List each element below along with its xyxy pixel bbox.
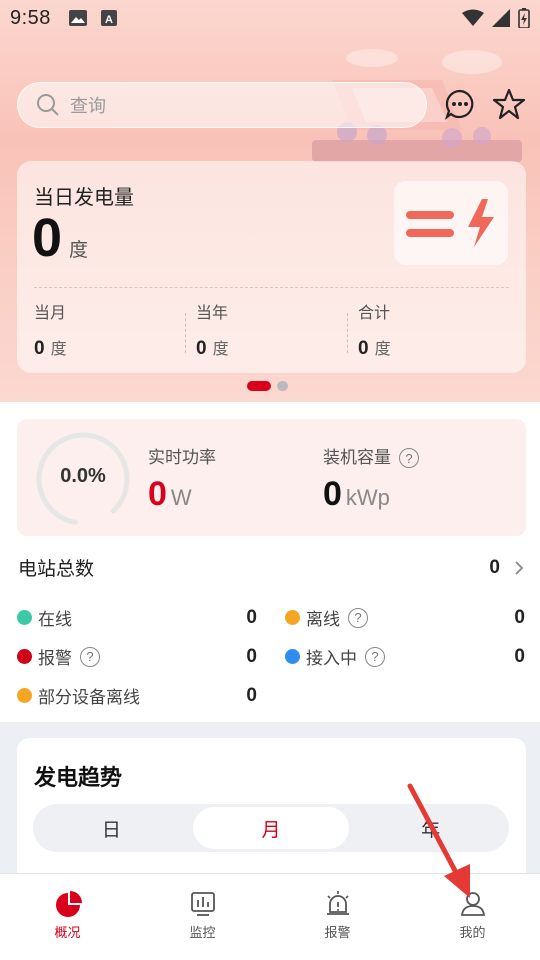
status-label: 离线 [306,610,340,630]
status-value: 0 [514,606,525,628]
station-status-alarm[interactable]: 报警? 0 [17,644,257,669]
pointer-arrow-icon [407,783,470,898]
favorite-button[interactable] [492,87,526,121]
capacity-value: 0 kWp [323,475,390,514]
star-icon [492,88,526,120]
help-icon[interactable]: ? [348,607,368,628]
station-status-offline[interactable]: 离线? 0 [285,605,525,630]
tab-label: 监控 [189,926,216,941]
power-ratio-value: 0.0% [60,465,106,487]
status-dot-alarm [17,649,32,664]
station-total-row[interactable]: 电站总数 0 [18,554,524,581]
tab-label: 概况 [54,926,81,941]
month-generation: 当月 0度 [34,299,67,360]
tab-label: 报警 [324,926,351,941]
image-icon [68,10,87,26]
stat-separator [185,313,186,353]
daily-generation-value: 0 [32,208,63,268]
tab-label: 我的 [459,926,486,941]
status-dot-partial-offline [17,688,32,703]
realtime-power-unit: W [170,485,192,510]
search-placeholder: 查询 [70,96,106,117]
status-value: 0 [246,684,257,706]
status-value: 0 [246,645,257,667]
station-status-connecting[interactable]: 接入中? 0 [285,644,525,669]
message-button[interactable] [443,87,477,121]
status-label: 接入中 [306,649,357,669]
power-charge-icon [406,199,494,247]
year-label: 当年 [196,303,229,322]
battery-icon [518,8,530,28]
realtime-power-label: 实时功率 [148,448,216,468]
generation-divider [34,287,509,288]
status-label: 报警 [38,649,72,669]
capacity-unit: kWp [345,485,390,510]
realtime-power-number: 0 [148,475,167,513]
signal-icon [492,9,510,27]
capacity-label: 装机容量 [323,448,391,468]
station-status-online[interactable]: 在线 0 [17,605,257,630]
help-icon[interactable]: ? [80,646,100,667]
period-tab-month[interactable]: 月 [192,807,350,849]
generation-icon-box [394,181,508,265]
year-value: 0 [196,338,207,359]
year-unit: 度 [212,339,229,358]
month-unit: 度 [50,339,67,358]
overview-section: 0.0% 实时功率 0W 装机容量? 0 kWp 电站总数 0 在线 0 离线? … [0,402,540,722]
total-value: 0 [358,338,369,359]
power-card: 0.0% 实时功率 0W 装机容量? 0 kWp [17,419,526,536]
svg-text:A: A [105,14,113,26]
status-label: 在线 [38,610,72,630]
carousel-indicator[interactable] [247,381,288,391]
carousel-dot-active[interactable] [247,381,271,391]
station-total-label: 电站总数 [18,558,95,580]
status-dot-connecting [285,649,300,664]
search-icon [37,94,59,116]
font-icon: A [100,10,117,26]
station-status-partial-offline[interactable]: 部分设备离线 0 [17,683,257,708]
status-time: 9:58 [10,6,51,29]
tab-monitor[interactable]: 监控 [135,874,270,960]
status-dot-offline [285,610,300,625]
capacity-number: 0 [323,475,342,513]
status-bar: 9:58 A [0,0,540,36]
year-generation: 当年 0度 [196,299,229,360]
alarm-icon [326,891,349,915]
overview-pie-icon [55,891,82,917]
total-generation: 合计 0度 [358,299,391,360]
trend-title: 发电趋势 [34,766,123,791]
month-value: 0 [34,338,45,359]
chat-bubble-icon [444,89,474,120]
status-dot-online [17,610,32,625]
realtime-power-value: 0W [148,475,192,514]
monitor-icon [190,892,215,916]
daily-generation-title: 当日发电量 [34,185,134,209]
generation-card[interactable]: 当日发电量 0 度 当月 0度 当年 0度 合计 0度 [17,161,526,373]
wifi-icon [462,9,484,26]
help-icon[interactable]: ? [399,448,419,468]
daily-generation-unit: 度 [69,239,89,261]
station-total-value: 0 [489,556,500,578]
header-banner: 9:58 A 查询 当日发电量 0 度 当月 0 度 当年 0 度 合计 0 度 [0,0,540,402]
total-unit: 度 [374,339,391,358]
tab-alarm[interactable]: 报警 [270,874,405,960]
status-value: 0 [246,606,257,628]
status-value: 0 [514,645,525,667]
total-label: 合计 [358,303,391,322]
capacity-label-row: 装机容量? [323,443,419,468]
chevron-right-icon [515,560,524,575]
carousel-dot[interactable] [277,381,288,391]
status-label: 部分设备离线 [38,688,140,708]
help-icon[interactable]: ? [365,646,385,667]
tab-overview[interactable]: 概况 [0,874,135,960]
search-bar[interactable]: 查询 [17,82,427,128]
stat-separator [347,313,348,353]
month-label: 当月 [34,303,67,322]
period-tab-day[interactable]: 日 [33,804,190,852]
